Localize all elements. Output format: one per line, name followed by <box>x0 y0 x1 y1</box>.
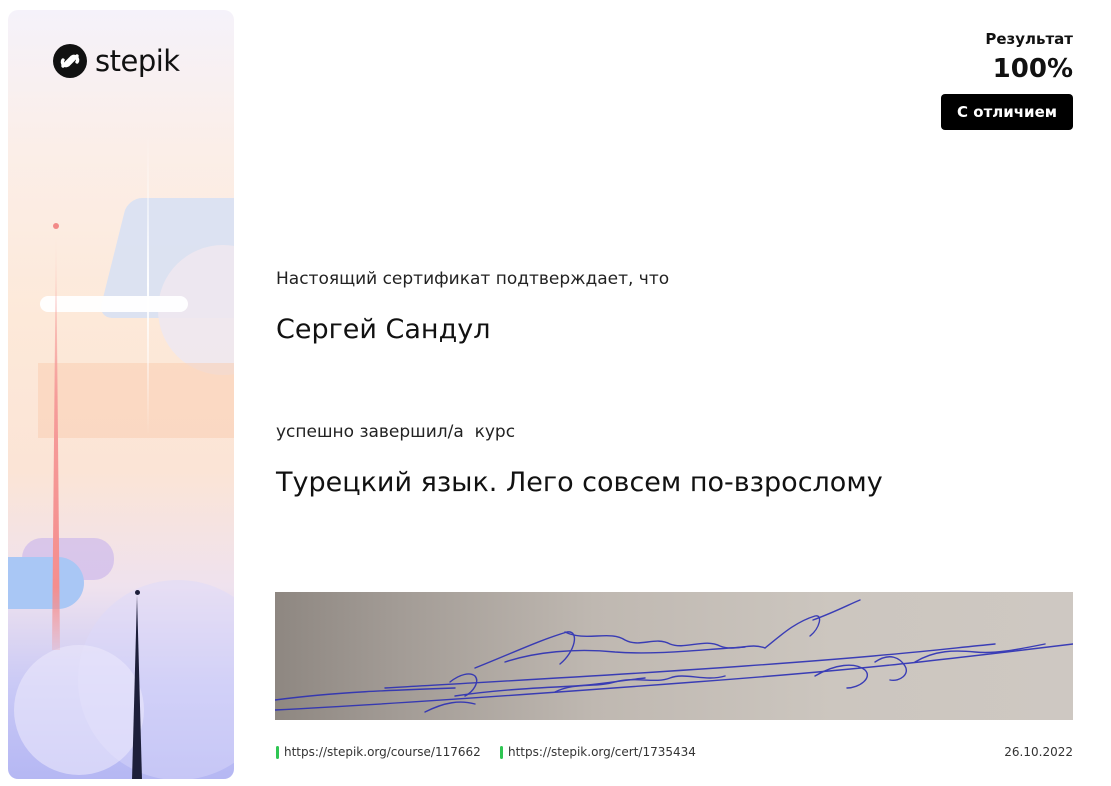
issue-date: 26.10.2022 <box>1004 745 1073 759</box>
signature-image <box>275 592 1073 720</box>
link-marker <box>500 745 503 759</box>
course-link[interactable]: https://stepik.org/course/117662 <box>276 745 481 759</box>
completion-text: успешно завершил/а курс <box>276 422 516 442</box>
decor-shape <box>38 363 234 438</box>
brand-name: stepik <box>95 44 180 78</box>
decor-shape <box>52 230 60 650</box>
decor-shape <box>40 296 188 312</box>
result-value: 100% <box>992 54 1073 84</box>
decor-shape <box>14 645 144 775</box>
cert-link[interactable]: https://stepik.org/cert/1735434 <box>500 745 696 759</box>
decor-shape <box>8 557 84 609</box>
cert-link-text: https://stepik.org/cert/1735434 <box>508 745 696 759</box>
decor-shape <box>147 135 149 435</box>
stepik-logo: stepik <box>53 44 180 78</box>
link-marker <box>276 745 279 759</box>
certificate-footer: https://stepik.org/course/117662 https:/… <box>276 745 1073 763</box>
course-title: Турецкий язык. Лего совсем по-взрослому <box>276 467 883 498</box>
decor-shape <box>135 590 140 595</box>
decorative-side-panel <box>8 10 234 779</box>
stepik-logo-icon <box>53 44 87 78</box>
course-link-text: https://stepik.org/course/117662 <box>284 745 481 759</box>
recipient-name: Сергей Сандул <box>276 314 491 345</box>
result-block: Результат 100% С отличием <box>941 30 1073 130</box>
distinction-badge: С отличием <box>941 94 1073 130</box>
result-label: Результат <box>985 30 1073 48</box>
decor-shape <box>53 223 59 229</box>
certificate-intro: Настоящий сертификат подтверждает, что <box>276 269 670 289</box>
